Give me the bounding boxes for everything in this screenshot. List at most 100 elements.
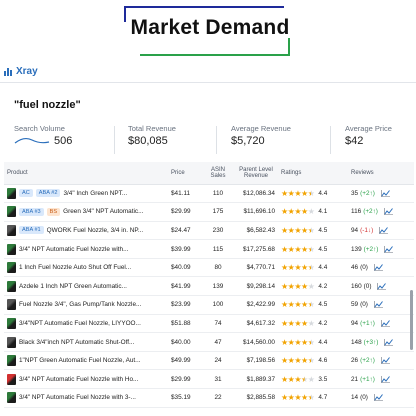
product-name[interactable]: 3/4" NPT Automatic Fuel Nozzle with 3-..… [19,394,159,401]
stat-value: $5,720 [231,135,265,147]
product-thumbnail[interactable] [7,224,16,236]
product-thumbnail[interactable] [7,299,16,311]
cell-product: 3/4" NPT Automatic Fuel Nozzle with Ho..… [4,369,168,390]
product-thumbnail[interactable] [7,373,16,385]
cell-price: $23.99 [168,295,202,315]
table-row[interactable]: 3/4" NPT Automatic Fuel Nozzle with Ho..… [4,369,414,390]
product-name[interactable]: Green 3/4" NPT Automatic... [63,208,159,215]
cell-product: 1"NPT Green Automatic Fuel Nozzle, Aut..… [4,351,168,371]
table-row[interactable]: 3/4"NPT Automatic Fuel Nozzle, LIYYOO...… [4,314,414,334]
product-name[interactable]: 3/4" NPT Automatic Fuel Nozzle with... [19,246,159,253]
review-count: 46 [351,264,359,272]
cell-revenue: $2,422.99 [234,295,278,315]
product-thumbnail[interactable] [7,280,16,292]
cell-product: 3/4"NPT Automatic Fuel Nozzle, LIYYOO... [4,314,168,334]
table-row[interactable]: 3/4" NPT Automatic Fuel Nozzle with... $… [4,239,414,259]
title-frame-bottom [140,54,290,56]
table-row[interactable]: 1"NPT Green Automatic Fuel Nozzle, Aut..… [4,351,414,371]
product-thumbnail[interactable] [7,206,16,218]
star-rating-icon: ★★★★★ [281,318,315,328]
xray-tab[interactable]: Xray [4,66,38,77]
cell-sales: 74 [202,314,234,334]
badge: AC [19,189,33,198]
cell-sales: 24 [202,351,234,371]
cell-revenue: $7,198.56 [234,351,278,371]
stat-divider [216,126,217,154]
table-row[interactable]: AC ABA #2 3/4" Inch Green NPT... $41.11 1… [4,184,414,204]
cell-reviews: 160 (0) [348,276,414,297]
trend-chart-icon[interactable] [384,208,393,216]
scrollbar[interactable] [410,290,413,350]
col-ratings[interactable]: Ratings [278,162,348,185]
star-rating-icon: ★★★★★ [281,244,315,254]
star-rating-icon: ★★★★★ [281,188,315,198]
cell-product: ABA #1 QWORK Fuel Nozzle, 3/4 in. NP... [4,221,168,241]
product-name[interactable]: 1 Inch Fuel Nozzle Auto Shut Off Fuel... [19,264,159,271]
table-row[interactable]: Black 3/4"inch NPT Automatic Shut-Off...… [4,332,414,352]
product-name[interactable]: Azdele 1 Inch NPT Green Automatic... [19,283,159,290]
cell-price: $41.99 [168,276,202,297]
cell-product: Black 3/4"inch NPT Automatic Shut-Off... [4,332,168,352]
trend-chart-icon[interactable] [380,189,390,197]
product-thumbnail[interactable] [7,317,16,329]
product-name[interactable]: Fuel Nozzle 3/4", Gas Pump/Tank Nozzle..… [19,301,159,308]
stat-label: Average Price [345,124,392,133]
review-count: 160 [351,282,362,290]
cell-revenue: $11,696.10 [234,202,278,222]
col-parent-revenue[interactable]: Parent Level Revenue [234,162,278,185]
table-row[interactable]: ABA #3 BS Green 3/4" NPT Automatic... $29… [4,202,414,222]
trend-chart-icon[interactable] [374,394,383,402]
product-thumbnail[interactable] [7,262,16,274]
rating-value: 4.7 [318,394,328,402]
stat-divider [114,126,115,154]
trend-chart-icon[interactable] [380,319,390,327]
table-row[interactable]: Fuel Nozzle 3/4", Gas Pump/Tank Nozzle..… [4,295,414,315]
trend-chart-icon[interactable] [374,264,383,271]
cell-price: $51.88 [168,314,202,334]
cell-rating: ★★★★★ 4.4 [278,332,348,352]
product-name[interactable]: 3/4"NPT Automatic Fuel Nozzle, LIYYOO... [19,320,159,327]
product-thumbnail[interactable] [7,392,16,404]
trend-chart-icon[interactable] [380,357,390,364]
stat-avg-revenue: Average Revenue $5,720 [231,124,291,147]
table-row[interactable]: Azdele 1 Inch NPT Green Automatic... $41… [4,276,414,297]
trend-chart-icon[interactable] [377,282,387,290]
cell-reviews: 59 (0) [348,295,414,315]
bar-chart-icon [4,67,12,76]
stat-value: $42 [345,135,364,147]
review-delta: (+3↑) [363,338,379,346]
review-delta: (0) [360,264,368,272]
product-name[interactable]: 1"NPT Green Automatic Fuel Nozzle, Aut..… [19,357,159,364]
cell-rating: ★★★★★ 4.4 [278,258,348,278]
trend-chart-icon[interactable] [374,301,383,309]
table-row[interactable]: 1 Inch Fuel Nozzle Auto Shut Off Fuel...… [4,258,414,278]
product-name[interactable]: QWORK Fuel Nozzle, 3/4 in. NP... [47,227,159,234]
cell-rating: ★★★★★ 4.5 [278,221,348,241]
col-product[interactable]: Product [4,162,168,185]
trend-chart-icon[interactable] [384,245,394,253]
star-rating-icon: ★★★★★ [281,281,315,291]
product-thumbnail[interactable] [7,355,16,367]
review-count: 139 [351,245,362,253]
trend-chart-icon[interactable] [384,338,394,346]
product-thumbnail[interactable] [7,336,16,348]
cell-sales: 175 [202,202,234,222]
product-thumbnail[interactable] [7,243,16,255]
trend-chart-icon[interactable] [379,226,389,234]
product-name[interactable]: Black 3/4"inch NPT Automatic Shut-Off... [19,339,159,346]
cell-revenue: $1,889.37 [234,369,278,390]
trend-chart-icon[interactable] [380,375,390,383]
table-row[interactable]: ABA #1 QWORK Fuel Nozzle, 3/4 in. NP... … [4,221,414,241]
xray-label: Xray [16,66,38,77]
product-thumbnail[interactable] [7,187,16,199]
col-price[interactable]: Price [168,162,202,185]
col-asin-sales[interactable]: ASIN Sales [202,162,234,185]
col-reviews[interactable]: Reviews [348,162,414,185]
cell-rating: ★★★★★ 4.2 [278,314,348,334]
cell-price: $35.19 [168,388,202,408]
table-row[interactable]: 3/4" NPT Automatic Fuel Nozzle with 3-..… [4,388,414,408]
cell-reviews: 35 (+2↑) [348,184,414,204]
product-name[interactable]: 3/4" NPT Automatic Fuel Nozzle with Ho..… [19,376,159,383]
product-name[interactable]: 3/4" Inch Green NPT... [63,190,159,197]
review-delta: (+2↑) [360,189,375,197]
